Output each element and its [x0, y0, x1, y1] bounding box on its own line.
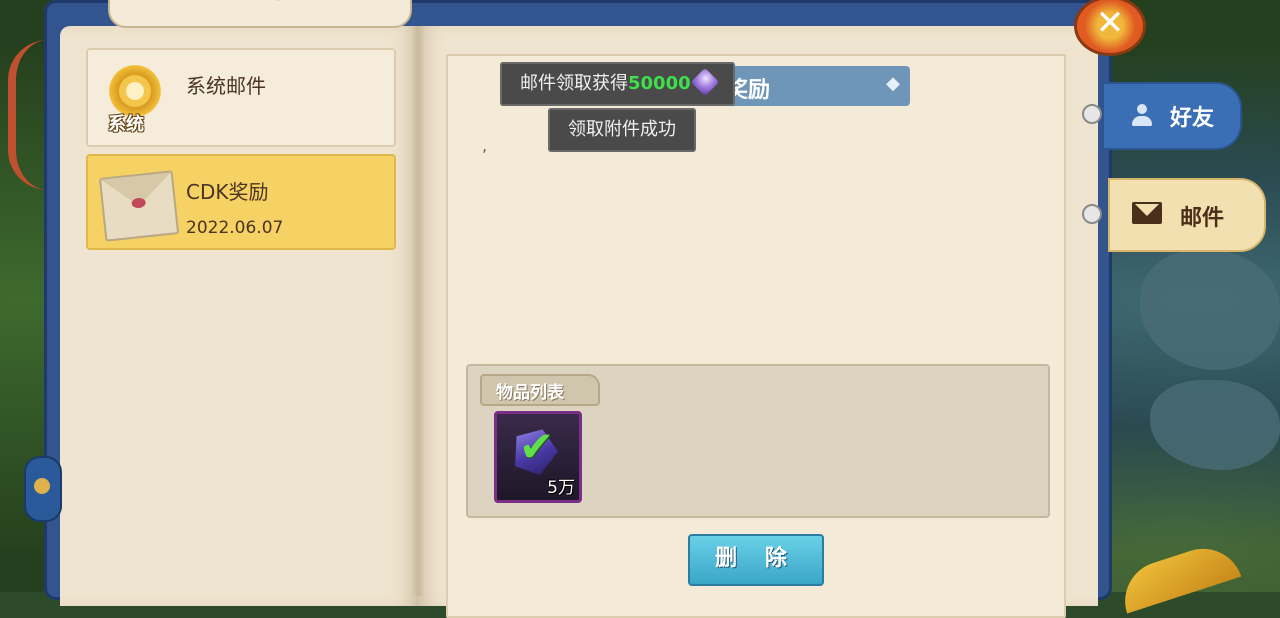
- toast-reward-prefix: 邮件领取获得: [520, 73, 628, 94]
- check-icon: ✔: [519, 422, 555, 471]
- mail-body-text: ,: [482, 136, 488, 155]
- mail-item-date: 2022.06.07: [186, 218, 284, 238]
- gem-icon: [690, 67, 719, 97]
- mail-item-title: 系统邮件: [186, 74, 266, 98]
- delete-button[interactable]: 删 除: [688, 534, 824, 586]
- toast-reward-received: 邮件领取获得50000: [500, 62, 735, 106]
- book-spine: [412, 26, 424, 596]
- tab-mail-label: 邮件: [1180, 206, 1225, 231]
- person-icon: [1130, 104, 1154, 128]
- item-slot[interactable]: ✔ 5万: [494, 411, 582, 503]
- tab-friends[interactable]: 好友: [1102, 82, 1242, 150]
- panel-title: 邮件: [110, 0, 410, 6]
- background-rock: [1150, 380, 1280, 470]
- tab-friends-label: 好友: [1170, 106, 1215, 131]
- panel-title-tab: 邮件: [108, 0, 412, 28]
- tab-mail[interactable]: 邮件: [1108, 178, 1266, 252]
- book-latch: [24, 456, 62, 522]
- system-icon-label: 系统: [108, 114, 144, 135]
- binder-ring: [1082, 104, 1102, 124]
- mail-item-system[interactable]: 系统 系统邮件: [86, 48, 396, 147]
- item-list-tab: 物品列表: [480, 374, 600, 406]
- binder-ring: [1082, 204, 1102, 224]
- toast-reward-amount: 50000: [628, 73, 691, 94]
- item-list-label: 物品列表: [496, 383, 564, 403]
- envelope-icon: [1132, 202, 1162, 224]
- close-icon: ✕: [1095, 3, 1125, 43]
- mail-item-cdk-reward[interactable]: CDK奖励 2022.06.07: [86, 154, 396, 250]
- mail-item-title: CDK奖励: [186, 180, 269, 204]
- background-rock: [1140, 250, 1280, 370]
- envelope-icon: [98, 170, 180, 242]
- toast-claim-success: 领取附件成功: [548, 108, 696, 152]
- item-quantity: 5万: [547, 478, 575, 498]
